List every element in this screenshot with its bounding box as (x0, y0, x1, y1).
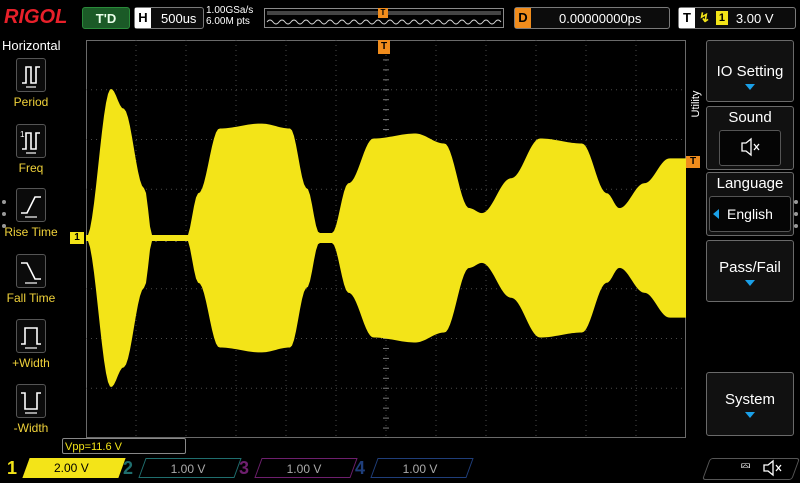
delay-value: 0.00000000ps (559, 10, 642, 26)
channel-1-status[interactable]: 1 2.00 V (4, 457, 126, 479)
utility-tab-label: Utility (690, 90, 702, 118)
menu-label-negative-width: -Width (13, 421, 49, 435)
chevron-down-icon (745, 84, 755, 90)
channel-3-scale-box: 1.00 V (254, 458, 358, 478)
channel-1-scale: 2.00 V (54, 461, 89, 475)
ch1-offset-marker[interactable]: 1 (70, 232, 84, 244)
trigger-key: T (679, 8, 695, 28)
menu-item-negative-width[interactable]: -Width (0, 384, 62, 435)
delay-key: D (515, 8, 531, 28)
menu-page-dot (2, 224, 6, 228)
rise-time-icon (16, 188, 46, 222)
channel-2-scale-box: 1.00 V (138, 458, 242, 478)
menu-label-period: Period (13, 95, 49, 109)
language-label: Language (716, 175, 784, 192)
menu-item-period[interactable]: Period (0, 58, 62, 109)
delay-display[interactable]: D 0.00000000ps (514, 7, 670, 29)
svg-text:1: 1 (20, 130, 25, 139)
waveform-grid (85, 39, 687, 439)
channel-4-status[interactable]: 4 1.00 V (352, 457, 474, 479)
channel-4-scale-box: 1.00 V (370, 458, 474, 478)
trigger-channel-badge: 1 (715, 11, 728, 25)
period-icon (16, 58, 46, 92)
sound-button[interactable]: Sound (706, 106, 794, 170)
menu-label-rise-time: Rise Time (4, 225, 58, 239)
run-status-badge[interactable]: T'D (82, 7, 130, 29)
language-value-box: English (709, 196, 791, 232)
menu-page-dot (2, 200, 6, 204)
menu-page-dot (794, 212, 798, 216)
channel-1-waveform (86, 89, 686, 387)
timebase-display[interactable]: H 500us (134, 7, 204, 29)
vpp-measurement[interactable]: Vpp=11.6 V (62, 438, 186, 454)
system-button[interactable]: System (706, 372, 794, 436)
menu-page-dot (794, 200, 798, 204)
chevron-down-icon (745, 280, 755, 286)
system-label: System (724, 391, 775, 408)
memory-depth: 6.00M pts (206, 16, 250, 27)
chevron-down-icon (745, 412, 755, 418)
acquisition-info: 1.00GSa/s 6.00M pts (206, 5, 253, 27)
fall-time-icon (16, 254, 46, 288)
io-setting-button[interactable]: IO Setting (706, 40, 794, 102)
trigger-position-marker[interactable]: T (378, 40, 390, 54)
sound-label: Sound (728, 109, 772, 126)
menu-label-freq: Freq (18, 161, 44, 175)
menu-page-dot (794, 224, 798, 228)
speaker-muted-icon (741, 137, 760, 157)
channel-3-status[interactable]: 3 1.00 V (236, 457, 358, 479)
menu-item-freq[interactable]: 1 Freq (0, 124, 62, 175)
channel-4-number: 4 (354, 457, 365, 478)
trigger-level-value: 3.00 V (735, 10, 774, 26)
channel-3-scale: 1.00 V (286, 462, 322, 476)
channel-1-scale-box: 2.00 V (22, 458, 126, 478)
pass-fail-label: Pass/Fail (719, 259, 781, 276)
channel-3-number: 3 (238, 457, 249, 478)
menu-label-fall-time: Fall Time (6, 291, 56, 305)
trigger-display[interactable]: T ↯ 1 3.00 V (678, 7, 796, 29)
channel-1-number: 1 (6, 457, 17, 478)
menu-item-positive-width[interactable]: +Width (0, 319, 62, 370)
channel-4-scale: 1.00 V (402, 462, 438, 476)
menu-label-positive-width: +Width (12, 356, 50, 370)
language-value: English (727, 206, 773, 222)
channel-2-status[interactable]: 2 1.00 V (120, 457, 242, 479)
channel-2-number: 2 (122, 457, 133, 478)
menu-page-dot (2, 212, 6, 216)
rising-edge-icon: ↯ (699, 10, 710, 25)
pass-fail-button[interactable]: Pass/Fail (706, 240, 794, 302)
usb-icon: ⮹ (740, 458, 752, 474)
channel-2-scale: 1.00 V (170, 462, 206, 476)
sample-rate: 1.00GSa/s (206, 5, 254, 16)
menu-item-fall-time[interactable]: Fall Time (0, 254, 62, 305)
sound-value-box (719, 130, 781, 166)
rigol-logo: RIGOL (4, 6, 68, 28)
menu-item-rise-time[interactable]: Rise Time (0, 188, 62, 239)
positive-width-icon (16, 319, 46, 353)
timebase-key: H (135, 8, 151, 28)
overview-trigger-marker: T (378, 8, 388, 18)
chevron-left-icon (713, 209, 719, 219)
negative-width-icon (16, 384, 46, 418)
timebase-value: 500us (161, 10, 197, 26)
io-setting-label: IO Setting (716, 63, 784, 80)
horizontal-measure-menu: Period 1 Freq Rise Time Fall Time +Width… (0, 36, 62, 456)
memory-overview-bar[interactable]: T (264, 8, 504, 28)
utility-menu-tab: Utility (688, 40, 704, 438)
speaker-muted-icon (762, 458, 784, 483)
frequency-icon: 1 (16, 124, 46, 158)
language-button[interactable]: Language English (706, 172, 794, 236)
waveform-display[interactable] (85, 39, 687, 439)
